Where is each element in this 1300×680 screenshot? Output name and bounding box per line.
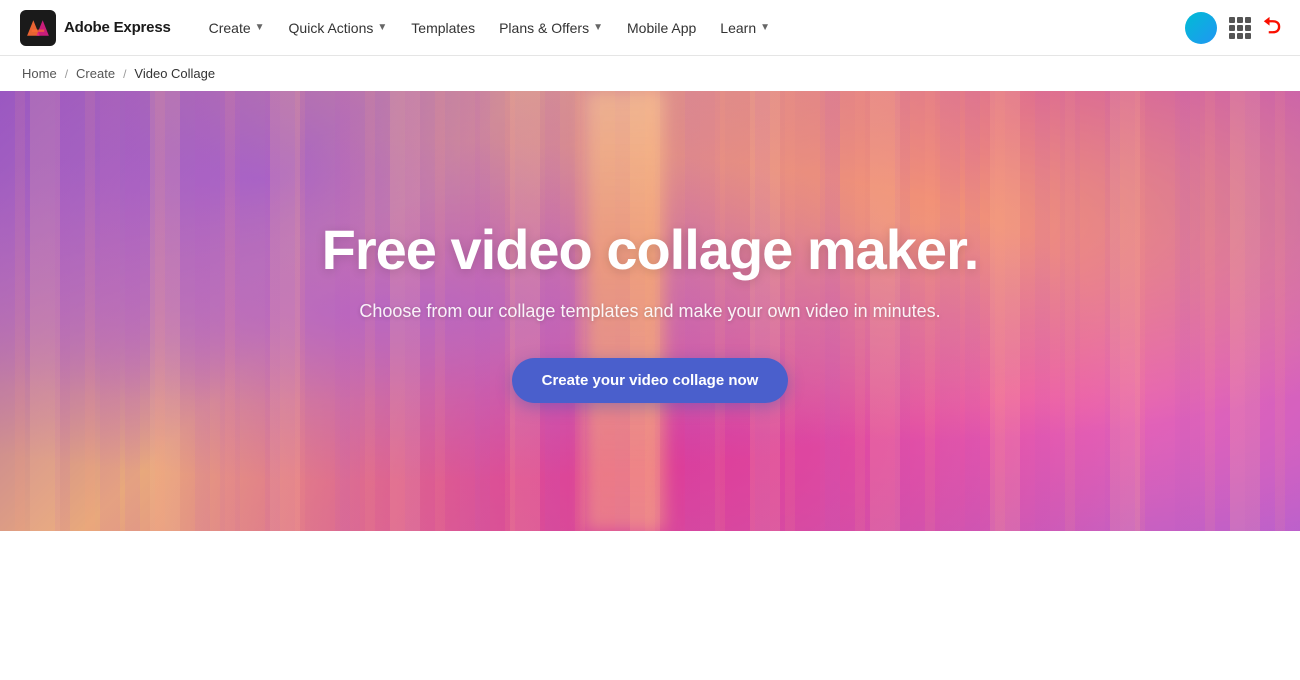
navigation: Adobe Express Create ▼ Quick Actions ▼ T… [0, 0, 1300, 56]
hero-section: Free video collage maker. Choose from ou… [0, 91, 1300, 531]
nav-templates[interactable]: Templates [401, 14, 485, 42]
hero-content: Free video collage maker. Choose from ou… [302, 219, 999, 403]
plans-chevron-icon: ▼ [593, 22, 603, 33]
nav-links: Create ▼ Quick Actions ▼ Templates Plans… [199, 14, 1186, 42]
avatar[interactable] [1185, 12, 1217, 44]
learn-chevron-icon: ▼ [760, 22, 770, 33]
nav-right: ⮌ [1185, 9, 1280, 47]
breadcrumb-sep-1: / [65, 67, 68, 81]
logo-icon [20, 10, 56, 46]
nav-plans-offers[interactable]: Plans & Offers ▼ [489, 14, 613, 42]
apps-grid-icon[interactable] [1229, 17, 1251, 39]
breadcrumb-create[interactable]: Create [76, 66, 115, 81]
breadcrumb-current: Video Collage [134, 66, 215, 81]
breadcrumb: Home / Create / Video Collage [0, 56, 1300, 91]
nav-learn[interactable]: Learn ▼ [710, 14, 780, 42]
nav-quick-actions[interactable]: Quick Actions ▼ [279, 14, 398, 42]
nav-create[interactable]: Create ▼ [199, 14, 275, 42]
hero-cta-button[interactable]: Create your video collage now [512, 358, 789, 403]
nav-mobile-app[interactable]: Mobile App [617, 14, 706, 42]
bottom-section [0, 531, 1300, 680]
logo-text: Adobe Express [64, 19, 171, 36]
breadcrumb-home[interactable]: Home [22, 66, 57, 81]
breadcrumb-sep-2: / [123, 67, 126, 81]
hero-title: Free video collage maker. [322, 219, 979, 281]
quick-actions-chevron-icon: ▼ [377, 22, 387, 33]
adobe-logo-icon[interactable]: ⮌ [1263, 9, 1280, 47]
hero-subtitle: Choose from our collage templates and ma… [322, 301, 979, 322]
create-chevron-icon: ▼ [255, 22, 265, 33]
logo-link[interactable]: Adobe Express [20, 10, 171, 46]
